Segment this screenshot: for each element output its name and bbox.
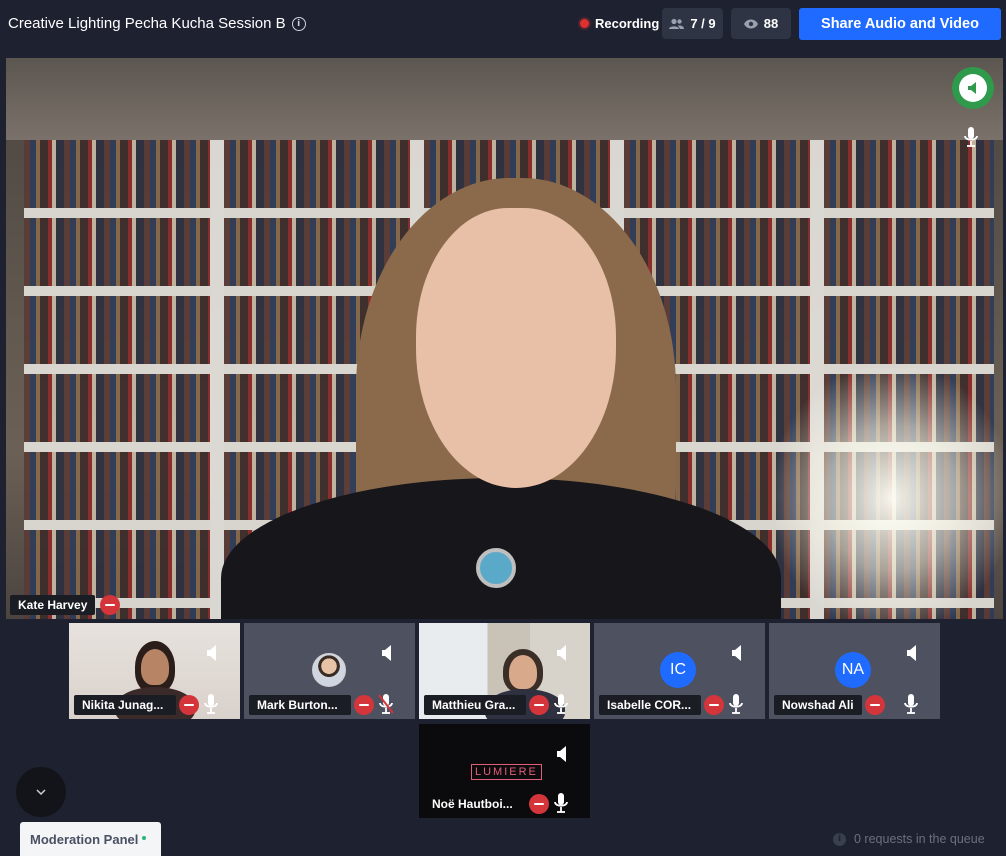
- speaker-volume-icon[interactable]: [731, 645, 743, 661]
- queue-status: i 0 requests in the queue: [833, 832, 985, 846]
- info-icon: i: [833, 832, 846, 846]
- microphone-icon[interactable]: [903, 693, 919, 715]
- speaker-volume-icon: [968, 82, 976, 94]
- microphone-muted-icon[interactable]: [378, 693, 394, 715]
- participant-face: [141, 649, 169, 685]
- viewers-count-button[interactable]: 88: [731, 8, 791, 39]
- info-icon[interactable]: i: [291, 16, 306, 31]
- avatar: [312, 653, 346, 687]
- avatar: IC: [660, 652, 696, 688]
- session-title-text: Creative Lighting Pecha Kucha Session B: [8, 15, 286, 32]
- microphone-icon[interactable]: [728, 693, 744, 715]
- speaker-volume-icon[interactable]: [381, 645, 393, 661]
- participant-tile[interactable]: Matthieu Gra...: [419, 623, 590, 719]
- microphone-icon[interactable]: [203, 693, 219, 715]
- microphone-icon[interactable]: [553, 693, 569, 715]
- remove-participant-button[interactable]: [354, 695, 374, 715]
- top-bar: Creative Lighting Pecha Kucha Session B …: [0, 0, 1006, 48]
- participant-tile[interactable]: NA Nowshad Ali: [769, 623, 940, 719]
- collapse-toggle-button[interactable]: [16, 767, 66, 817]
- speaker-volume-icon[interactable]: [906, 645, 918, 661]
- queue-text: 0 requests in the queue: [854, 832, 985, 846]
- remove-speaker-button[interactable]: [100, 595, 120, 615]
- participants-count-button[interactable]: 7 / 9: [662, 8, 723, 39]
- remove-participant-button[interactable]: [529, 695, 549, 715]
- participants-count: 7 / 9: [690, 16, 716, 31]
- status-dot-icon: [142, 836, 147, 840]
- moderation-panel-label: Moderation Panel: [30, 831, 139, 847]
- speaker-pendant: [476, 548, 516, 588]
- remove-participant-button[interactable]: [865, 695, 885, 715]
- session-title: Creative Lighting Pecha Kucha Session B …: [8, 15, 306, 32]
- main-speaker-video[interactable]: Kate Harvey: [6, 58, 1003, 619]
- participant-name: Nowshad Ali: [774, 695, 862, 715]
- speaker-face: [416, 208, 616, 488]
- remove-participant-button[interactable]: [704, 695, 724, 715]
- video-background-light: [776, 368, 1003, 619]
- microphone-icon[interactable]: [963, 126, 979, 148]
- participant-name: Mark Burton...: [249, 695, 351, 715]
- viewers-count: 88: [763, 16, 779, 31]
- participant-tile[interactable]: Nikita Junag...: [69, 623, 240, 719]
- participant-name: Nikita Junag...: [74, 695, 176, 715]
- remove-participant-button[interactable]: [179, 695, 199, 715]
- video-background-ceiling: [6, 58, 1003, 140]
- participant-tile[interactable]: IC Isabelle COR...: [594, 623, 765, 719]
- participant-name: Matthieu Gra...: [424, 695, 526, 715]
- participant-name: Noë Hautboi...: [432, 797, 513, 811]
- microphone-icon[interactable]: [553, 792, 569, 814]
- avatar: NA: [835, 652, 871, 688]
- main-speaker-name: Kate Harvey: [10, 595, 96, 615]
- participant-tile[interactable]: Mark Burton...: [244, 623, 415, 719]
- speaker-volume-icon[interactable]: [556, 645, 568, 661]
- speaker-volume-icon[interactable]: [556, 746, 568, 762]
- eye-icon: [743, 19, 758, 28]
- recording-dot-icon: [580, 19, 589, 28]
- participant-tile[interactable]: LUMIERE Noë Hautboi...: [419, 724, 590, 818]
- participant-face: [509, 655, 537, 689]
- participant-name: Isabelle COR...: [599, 695, 701, 715]
- recording-indicator: Recording: [580, 16, 659, 31]
- video-logo-text: LUMIERE: [471, 764, 542, 780]
- users-icon: [669, 18, 685, 29]
- recording-label: Recording: [595, 16, 660, 31]
- remove-participant-button[interactable]: [529, 794, 549, 814]
- moderation-panel-tab[interactable]: Moderation Panel: [20, 822, 161, 856]
- share-audio-video-button[interactable]: Share Audio and Video: [799, 8, 1001, 40]
- speaking-indicator: [952, 67, 994, 109]
- speaker-volume-icon[interactable]: [206, 645, 218, 661]
- chevron-down-icon: [36, 789, 46, 795]
